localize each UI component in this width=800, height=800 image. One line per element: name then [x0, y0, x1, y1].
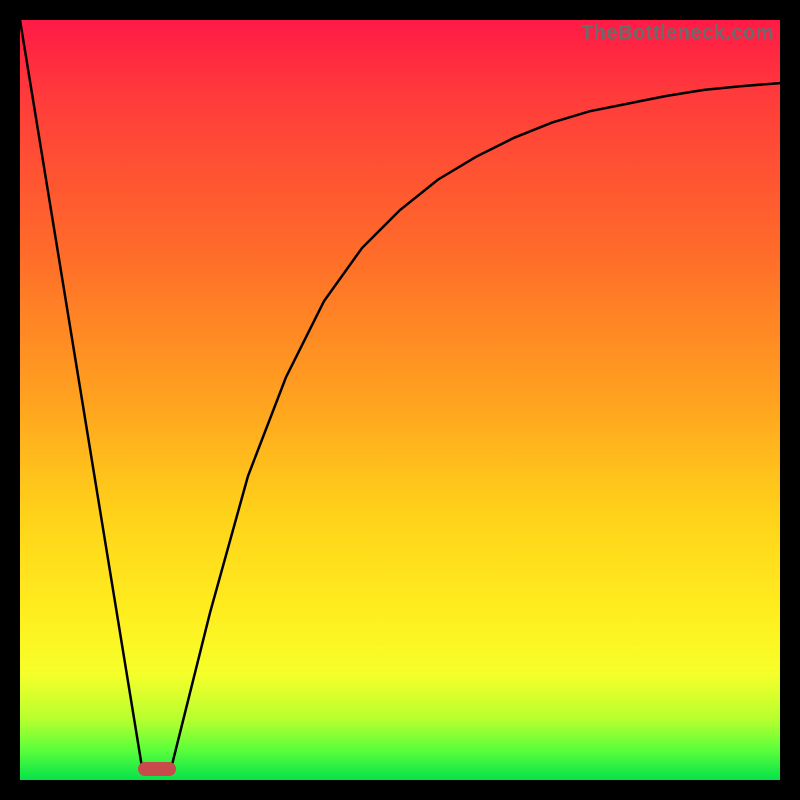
line-left-arm	[20, 20, 142, 765]
line-right-arm	[172, 83, 780, 765]
chart-lines	[20, 20, 780, 780]
chart-frame: TheBottleneck.com	[20, 20, 780, 780]
bottleneck-marker	[138, 762, 176, 776]
